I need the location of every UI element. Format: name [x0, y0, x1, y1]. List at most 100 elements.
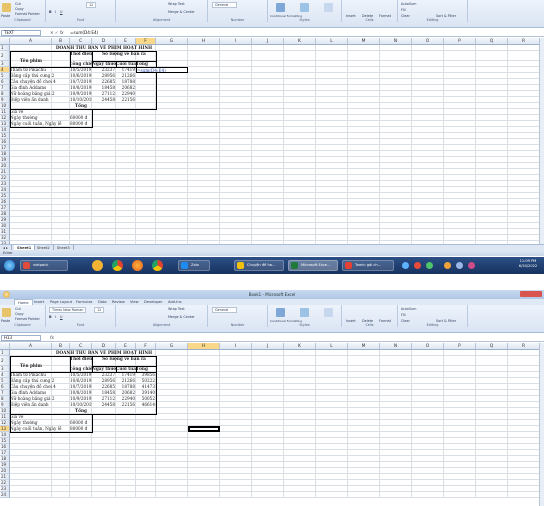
column-header-n[interactable]: N [380, 38, 412, 45]
cut-button[interactable]: Cut [15, 307, 21, 311]
column-header-d[interactable]: D [92, 343, 116, 350]
column-header-f[interactable]: F [136, 38, 156, 45]
bottom-vertical-scrollbar[interactable] [539, 343, 544, 506]
header-thoi-diem[interactable]: Thời điểm [70, 51, 92, 61]
tray-icon[interactable] [444, 262, 451, 269]
underline-button[interactable]: U [60, 315, 62, 319]
row-header[interactable]: 24 [0, 492, 10, 498]
column-header-h[interactable]: H [188, 343, 220, 350]
column-header-a[interactable]: A [10, 343, 52, 350]
column-header-f[interactable]: F [136, 343, 156, 350]
bold-button[interactable]: B [49, 10, 52, 14]
movie-weekday-count[interactable]: 24458 [92, 402, 116, 408]
column-header-k[interactable]: K [284, 38, 316, 45]
weekend-price[interactable]: 80000 đ [70, 426, 92, 432]
column-header-i[interactable]: I [220, 38, 252, 45]
wrap-text-button[interactable]: Wrap Text [168, 2, 185, 6]
column-header-c[interactable]: C [70, 343, 92, 350]
movie-total[interactable]: 46614 [136, 402, 156, 408]
column-header-n[interactable]: N [380, 343, 412, 350]
cell-styles-icon[interactable] [324, 308, 333, 317]
taskbar-chrome-doc[interactable]: Chuyện đề ha... [234, 260, 284, 271]
tray-icon[interactable] [402, 262, 409, 269]
total-label[interactable]: Tổng [70, 408, 92, 414]
copy-button[interactable]: Copy [15, 312, 24, 316]
cut-button[interactable]: Cut [15, 2, 21, 6]
column-header-m[interactable]: M [348, 38, 380, 45]
formula-input[interactable]: =sum(D4:E4) [70, 30, 98, 35]
column-header-p[interactable]: P [444, 38, 476, 45]
column-header-b[interactable]: B [52, 343, 70, 350]
clock[interactable]: 11:09 PM 6/30/2022 [514, 259, 542, 269]
conditional-format-icon[interactable] [276, 308, 285, 317]
explorer-icon[interactable] [92, 260, 103, 271]
firefox-icon[interactable] [132, 260, 143, 271]
header-thoi-diem[interactable]: Thời điểm [70, 356, 92, 366]
fx-icon[interactable]: ✕ ✓ fx [50, 30, 64, 35]
movie-weekend-count[interactable]: 22156 [116, 97, 136, 103]
merge-center-button[interactable]: Merge & Center [168, 10, 195, 14]
paste-icon[interactable] [2, 308, 11, 317]
column-header-j[interactable]: J [252, 38, 284, 45]
column-header-h[interactable]: H [188, 38, 220, 45]
copy-button[interactable]: Copy [15, 7, 24, 11]
row-header[interactable]: 2 [0, 356, 10, 366]
italic-button[interactable]: I [55, 10, 56, 14]
column-header-i[interactable]: I [220, 343, 252, 350]
tray-icon[interactable] [456, 262, 463, 269]
tray-icon[interactable] [426, 262, 433, 269]
column-header-o[interactable]: O [412, 38, 444, 45]
font-size[interactable]: 12 [86, 2, 97, 8]
number-format[interactable]: General [212, 2, 238, 8]
column-header-r[interactable]: R [508, 343, 540, 350]
taskbar-chrome-search[interactable]: Tamin gái ch... [342, 260, 394, 271]
select-all-corner[interactable] [0, 343, 10, 350]
column-header-o[interactable]: O [412, 343, 444, 350]
top-vertical-scrollbar[interactable] [539, 38, 544, 252]
name-box[interactable]: H13 [1, 335, 41, 341]
merge-center-button[interactable]: Merge & Center [168, 315, 195, 319]
column-header-p[interactable]: P [444, 343, 476, 350]
fill-button[interactable]: Fill [401, 8, 406, 12]
header-so-luong[interactable]: Số lượng vé bán ra [92, 51, 156, 61]
column-header-q[interactable]: Q [476, 38, 508, 45]
column-header-m[interactable]: M [348, 343, 380, 350]
column-header-k[interactable]: K [284, 343, 316, 350]
taskbar-zalo[interactable]: Zalo [178, 260, 210, 271]
chrome2-icon[interactable] [152, 260, 163, 271]
weekend-price[interactable]: 80000 đ [70, 121, 92, 127]
header-ten-phim[interactable]: Tên phim [10, 51, 52, 67]
column-header-g[interactable]: G [156, 38, 188, 45]
column-header-b[interactable]: B [52, 38, 70, 45]
font-name[interactable]: Times New Roman [49, 307, 87, 313]
column-header-r[interactable]: R [508, 38, 540, 45]
cell-editing-formula[interactable]: =sum(D4:E4) [136, 67, 188, 73]
number-format[interactable]: General [212, 307, 238, 313]
autosum-button[interactable]: AutoSum [401, 2, 416, 6]
format-table-icon[interactable] [300, 3, 309, 12]
fx-icon[interactable]: fx [50, 335, 54, 340]
column-header-j[interactable]: J [252, 343, 284, 350]
weekend-label[interactable]: Ngày cuối tuần, Ngày lễ [10, 121, 70, 127]
column-header-e[interactable]: E [116, 38, 136, 45]
underline-button[interactable]: U [60, 10, 62, 14]
column-header-a[interactable]: A [10, 38, 52, 45]
column-header-g[interactable]: G [156, 343, 188, 350]
format-table-icon[interactable] [300, 308, 309, 317]
movie-weekday-count[interactable]: 24458 [92, 97, 116, 103]
chrome-icon[interactable] [112, 260, 123, 271]
tray-icon[interactable] [468, 262, 475, 269]
format-painter-button[interactable]: Format Painter [15, 317, 40, 321]
name-box[interactable]: TEXT [1, 30, 41, 36]
row-header[interactable]: 2 [0, 51, 10, 61]
header-so-luong[interactable]: Số lượng vé bán ra [92, 356, 156, 366]
taskbar-excel[interactable]: Microsoft Exce... [288, 260, 338, 271]
selected-cell-h13[interactable] [188, 426, 220, 432]
total-label[interactable]: Tổng [70, 103, 92, 109]
weekend-label[interactable]: Ngày cuối tuần, Ngày lễ [10, 426, 70, 432]
paste-icon[interactable] [2, 3, 11, 12]
italic-button[interactable]: I [55, 315, 56, 319]
cell-styles-icon[interactable] [324, 3, 333, 12]
font-size[interactable]: 12 [94, 307, 105, 313]
column-header-e[interactable]: E [116, 343, 136, 350]
